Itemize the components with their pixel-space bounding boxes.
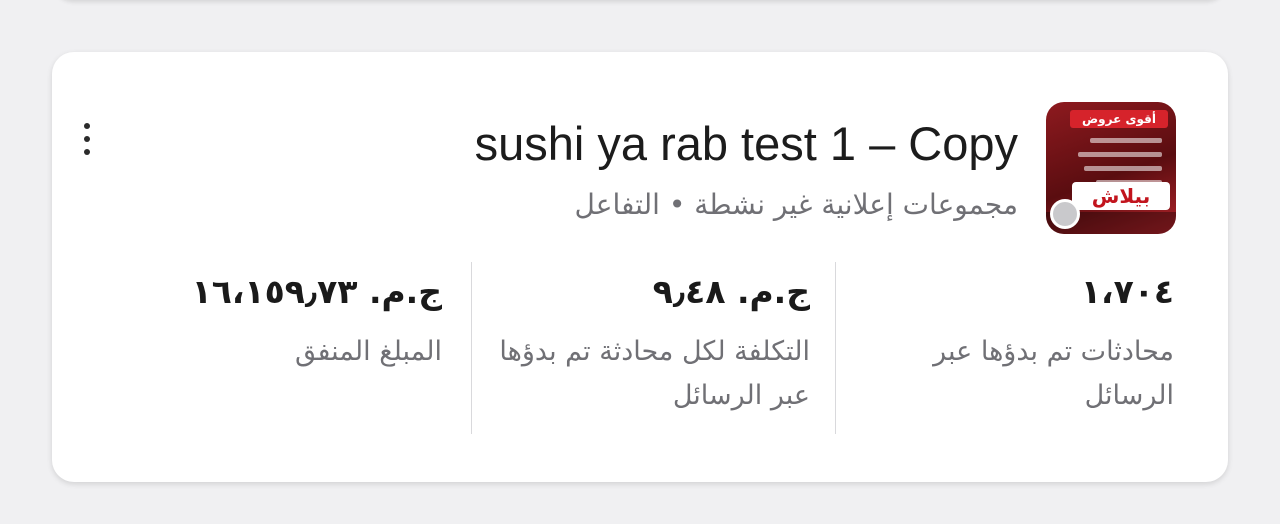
metric-divider: [471, 262, 472, 434]
more-dot: [84, 123, 90, 129]
inactive-status-dot: [1050, 199, 1080, 229]
thumbnail-line: [1090, 138, 1162, 143]
thumbnail-banner-text: أقوى عروض: [1070, 110, 1168, 128]
campaign-title[interactable]: sushi ya rab test 1 – Copy: [318, 116, 1018, 171]
more-dot: [84, 136, 90, 142]
metric-cost-per-conversation: ج.م. ٩٫٤٨ التكلفة لكل محادثة تم بدؤها عب…: [480, 268, 810, 418]
metric-amount-spent: ج.م. ١٦،١٥٩٫٧٣ المبلغ المنفق: [142, 268, 442, 374]
metric-label: التكلفة لكل محادثة تم بدؤها عبر الرسائل: [499, 336, 810, 411]
thumbnail-line: [1084, 166, 1162, 171]
thumbnail-big-text: بيلاش: [1072, 182, 1170, 210]
more-options-icon[interactable]: [70, 112, 104, 166]
campaign-subtitle: مجموعات إعلانية غير نشطة • التفاعل: [574, 188, 1018, 221]
metric-label: محادثات تم بدؤها عبر الرسائل: [933, 336, 1174, 411]
metric-label: المبلغ المنفق: [294, 336, 442, 367]
thumbnail-line: [1078, 152, 1162, 157]
metric-value: ج.م. ٩٫٤٨: [652, 272, 810, 311]
more-dot: [84, 149, 90, 155]
metric-divider: [835, 262, 836, 434]
metric-conversations: ١،٧٠٤ محادثات تم بدؤها عبر الرسائل: [854, 268, 1174, 418]
metric-value: ١،٧٠٤: [1080, 272, 1174, 311]
metric-value: ج.م. ١٦،١٥٩٫٧٣: [191, 272, 442, 311]
